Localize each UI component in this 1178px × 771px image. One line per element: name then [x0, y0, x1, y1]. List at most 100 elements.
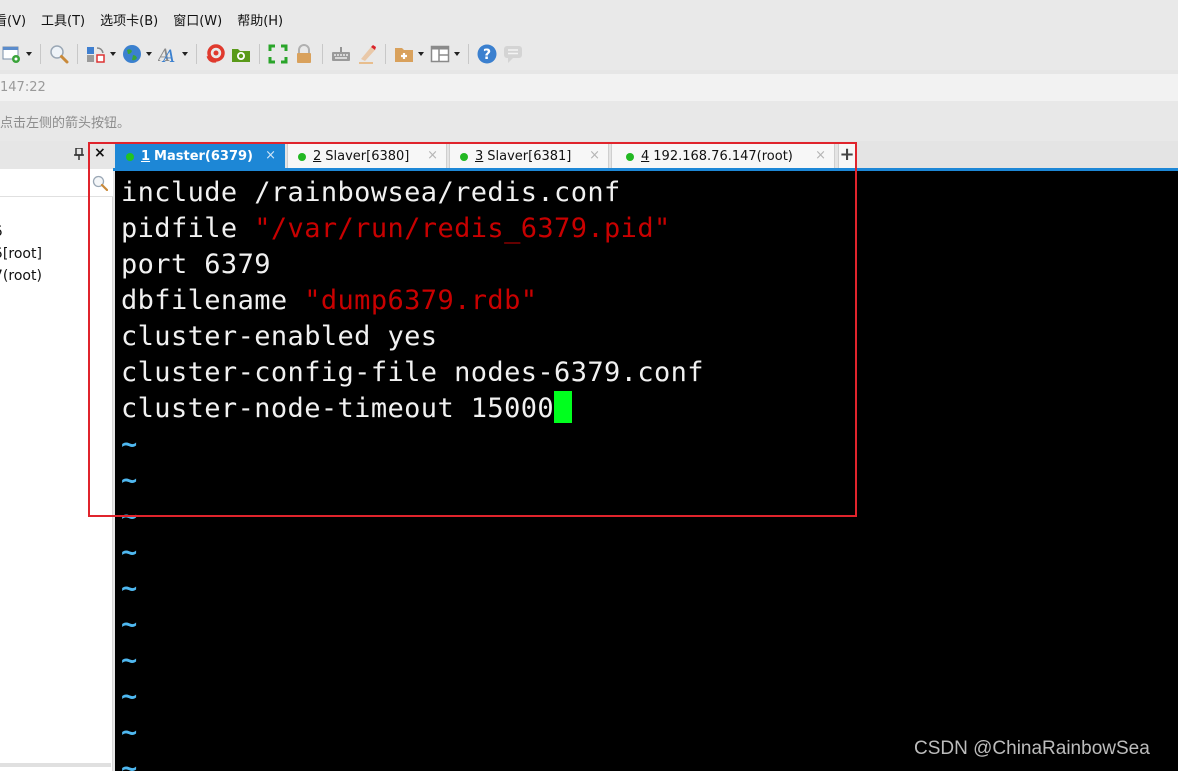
font-icon: AA: [156, 44, 178, 67]
menu-bar: 看(V) 工具(T) 选项卡(B) 窗口(W) 帮助(H): [0, 0, 1178, 38]
globe-button[interactable]: [122, 42, 152, 66]
empty-line-tilde: ~: [121, 465, 138, 496]
xshell-swirl-icon: [205, 44, 225, 64]
empty-line-tilde: ~: [121, 753, 138, 771]
xftp-icon: [231, 44, 251, 64]
terminal-line: cluster-enabled yes: [121, 319, 437, 355]
empty-line-tilde: ~: [121, 537, 138, 568]
help-button[interactable]: ?: [477, 42, 497, 66]
tab-slaver-6380[interactable]: 2 Slaver[6380] ×: [287, 143, 447, 169]
terminal-line: dbfilename "dump6379.rdb": [121, 283, 537, 319]
xshell-window: 看(V) 工具(T) 选项卡(B) 窗口(W) 帮助(H) A A ? 147:…: [0, 0, 1178, 771]
terminal-line: include /rainbowsea/redis.conf: [121, 175, 621, 211]
dropdown-caret-icon[interactable]: [182, 52, 188, 56]
terminal-line: cluster-config-file nodes-6379.conf: [121, 355, 704, 391]
dropdown-caret-icon[interactable]: [110, 52, 116, 56]
menu-help[interactable]: 帮助(H): [237, 10, 283, 29]
session-search-input[interactable]: [0, 169, 113, 197]
find-button[interactable]: [49, 42, 69, 66]
new-folder-icon: [394, 44, 414, 64]
dropdown-caret-icon[interactable]: [26, 52, 32, 56]
xftp-button[interactable]: [231, 42, 251, 66]
hint-bar: 点击左侧的箭头按钮。: [0, 101, 1178, 141]
tab-number: 2: [313, 149, 322, 164]
session-item[interactable]: 5[root]: [0, 243, 42, 265]
font-button[interactable]: AA: [156, 42, 188, 67]
close-tab-icon[interactable]: ×: [589, 148, 600, 163]
highlight-button[interactable]: [357, 42, 377, 66]
config-value: yes: [370, 321, 438, 352]
svg-text:A: A: [161, 47, 175, 64]
terminal-line: pidfile "/var/run/redis_6379.pid": [121, 211, 671, 247]
sessions-panel-header: ×: [0, 141, 113, 169]
config-key: dbfilename: [121, 285, 288, 316]
transfer-icon: [86, 44, 106, 64]
close-panel-icon[interactable]: ×: [94, 145, 106, 161]
keyboard-icon: [331, 44, 351, 64]
dropdown-caret-icon[interactable]: [454, 52, 460, 56]
config-key: cluster-config-file: [121, 357, 438, 388]
address-value[interactable]: 147:22: [0, 80, 46, 95]
menu-tools[interactable]: 工具(T): [41, 10, 85, 29]
empty-line-tilde: ~: [121, 609, 138, 640]
close-tab-icon[interactable]: ×: [815, 148, 826, 163]
config-string-value: "/var/run/redis_6379.pid": [254, 213, 671, 244]
tab-strip: 1 Master(6379) × 2 Slaver[6380] × 3 Slav…: [113, 141, 1178, 169]
toolbar-separator: [40, 44, 41, 64]
connected-status-icon: [126, 152, 134, 161]
lock-button[interactable]: [294, 42, 314, 66]
add-tab-button[interactable]: +: [838, 143, 856, 169]
empty-line-tilde: ~: [121, 429, 138, 460]
session-item[interactable]: 7(root): [0, 265, 42, 287]
session-settings-button[interactable]: [2, 42, 32, 66]
close-tab-icon[interactable]: ×: [427, 148, 438, 163]
layout-button[interactable]: [430, 42, 460, 66]
toolbar-separator: [322, 44, 323, 64]
terminal-view[interactable]: include /rainbowsea/redis.conf pidfile "/…: [115, 171, 1178, 771]
empty-line-tilde: ~: [121, 501, 138, 532]
panel-scrollbar[interactable]: [0, 763, 111, 767]
close-tab-icon[interactable]: ×: [265, 148, 276, 163]
new-folder-button[interactable]: [394, 42, 424, 66]
session-address-bar[interactable]: 147:22: [0, 74, 1178, 101]
config-key: include: [121, 177, 238, 208]
search-icon[interactable]: [92, 175, 109, 192]
chat-button[interactable]: [503, 42, 523, 66]
fullscreen-button[interactable]: [268, 42, 288, 66]
pin-icon[interactable]: [74, 147, 84, 163]
config-value: 6379: [187, 249, 271, 280]
session-item[interactable]: 5: [0, 221, 42, 243]
chat-icon: [503, 44, 523, 64]
sessions-panel: × 5 5[root] 7(root): [0, 141, 113, 771]
tab-label: Slaver[6380]: [325, 149, 410, 164]
connected-status-icon: [298, 152, 306, 161]
fullscreen-icon: [268, 44, 288, 64]
tab-master-6379[interactable]: 1 Master(6379) ×: [115, 143, 285, 169]
xshell-button[interactable]: [205, 42, 225, 66]
tab-number: 3: [475, 149, 484, 164]
connected-status-icon: [626, 152, 634, 161]
config-key: cluster-node-timeout: [121, 393, 455, 424]
empty-line-tilde: ~: [121, 681, 138, 712]
menu-view[interactable]: 看(V): [0, 10, 26, 29]
lock-icon: [294, 44, 314, 64]
dropdown-caret-icon[interactable]: [146, 52, 152, 56]
keyboard-button[interactable]: [331, 42, 351, 66]
highlight-pen-icon: [357, 44, 377, 64]
toolbar-separator: [259, 44, 260, 64]
toolbar-separator: [77, 44, 78, 64]
tab-label: 192.168.76.147(root): [653, 149, 793, 164]
menu-tabs[interactable]: 选项卡(B): [100, 10, 158, 29]
session-settings-icon: [2, 44, 22, 64]
toolbar-separator: [196, 44, 197, 64]
config-value: nodes-6379.conf: [437, 357, 704, 388]
menu-window[interactable]: 窗口(W): [173, 10, 222, 29]
config-key: port: [121, 249, 188, 280]
tab-label: Master(6379): [154, 149, 254, 164]
transfer-button[interactable]: [86, 42, 116, 66]
connected-status-icon: [460, 152, 468, 161]
tab-slaver-6381[interactable]: 3 Slaver[6381] ×: [449, 143, 609, 169]
tab-192-168-76-147[interactable]: 4 192.168.76.147(root) ×: [611, 143, 835, 169]
dropdown-caret-icon[interactable]: [418, 52, 424, 56]
session-list: 5 5[root] 7(root): [0, 221, 42, 287]
